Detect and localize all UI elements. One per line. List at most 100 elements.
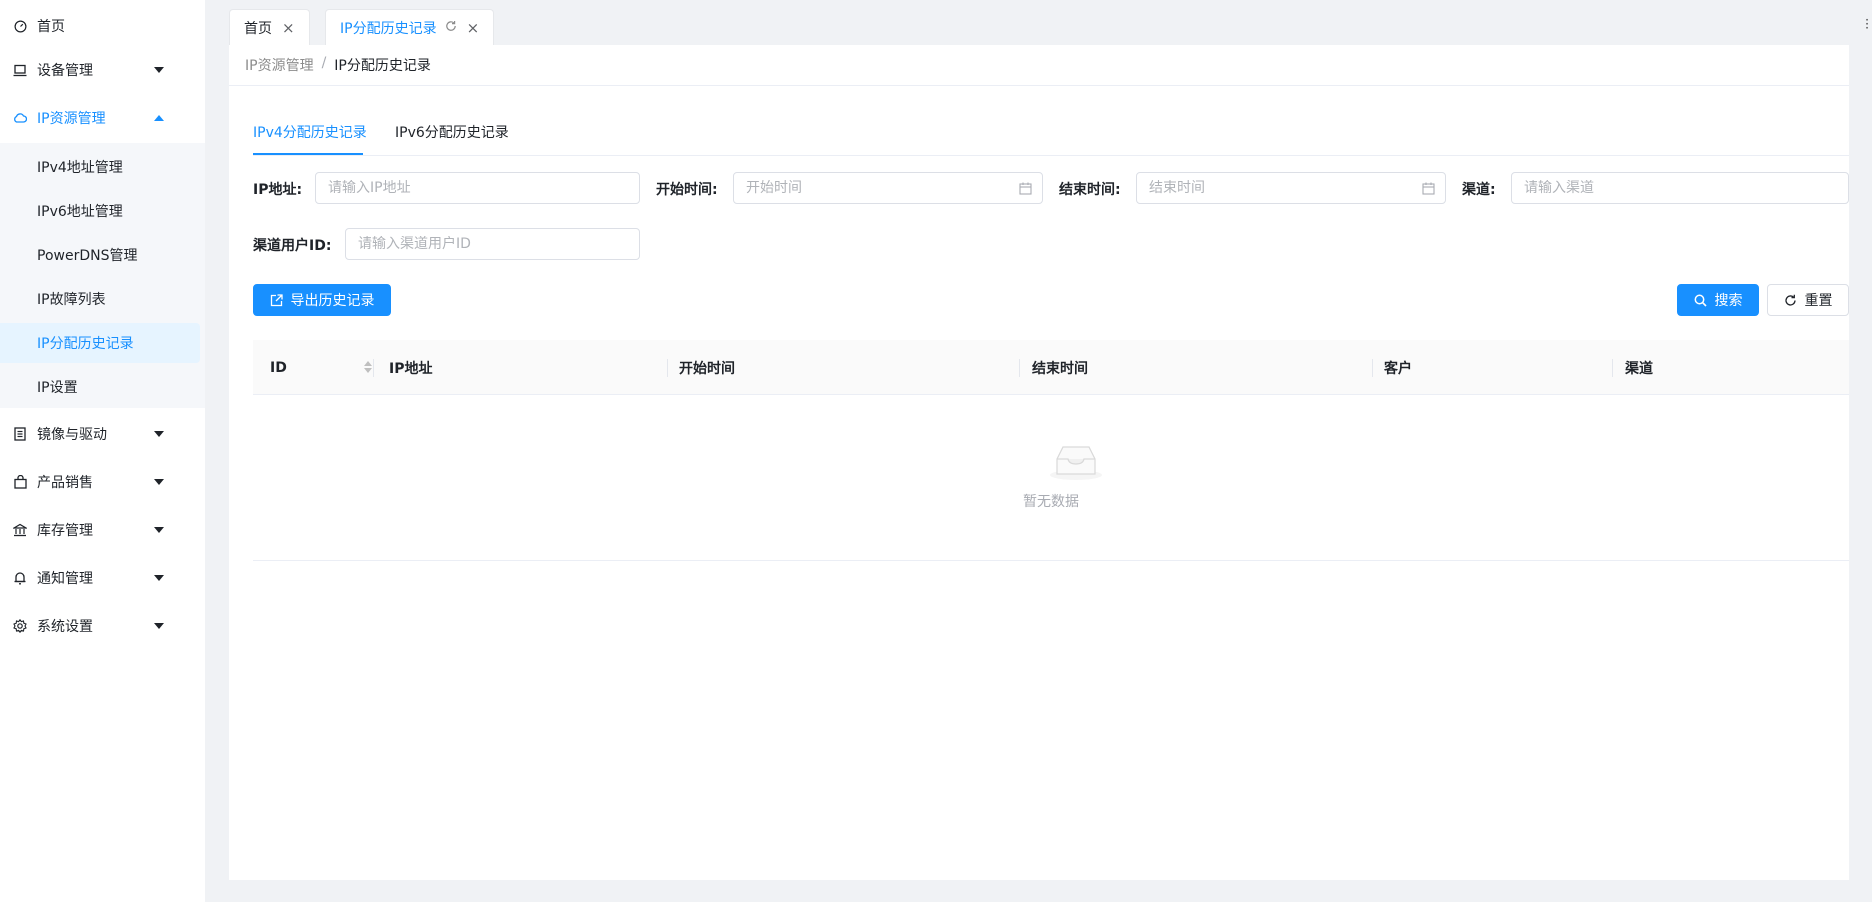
sidebar-subitem-ip-settings[interactable]: IP设置: [0, 367, 205, 407]
breadcrumb-parent[interactable]: IP资源管理: [245, 55, 314, 75]
laptop-icon: [13, 63, 27, 77]
tab-ipv6-history[interactable]: IPv6分配历史记录: [395, 122, 509, 156]
channel-user-id-field[interactable]: [345, 228, 640, 260]
sidebar-item-label: 产品销售: [37, 475, 93, 491]
sidebar-subitem-ipv4[interactable]: IPv4地址管理: [0, 147, 205, 187]
end-time-input[interactable]: [1149, 180, 1433, 196]
column-header-ip-address: IP地址: [389, 340, 432, 395]
calendar-icon: [1422, 182, 1435, 195]
channel-field[interactable]: [1511, 172, 1849, 204]
refresh-icon[interactable]: [445, 20, 457, 36]
sidebar-item-home[interactable]: 首页: [0, 6, 205, 46]
sidebar-subitem-ip-faults[interactable]: IP故障列表: [0, 279, 205, 319]
sidebar-item-inventory[interactable]: 库存管理: [0, 510, 205, 550]
sidebar-item-label: 首页: [37, 19, 65, 35]
book-icon: [13, 427, 27, 441]
column-header-id[interactable]: ID: [270, 340, 372, 395]
column-divider: [1019, 359, 1020, 377]
refresh-icon: [1784, 294, 1796, 306]
tab-label: IPv6分配历史记录: [395, 125, 509, 141]
export-history-label: 导出历史记录: [290, 293, 375, 309]
close-icon[interactable]: ×: [467, 19, 480, 37]
table-header: ID IP地址 开始时间 结束时间 客户 渠道: [253, 340, 1849, 395]
column-divider: [667, 359, 668, 377]
caret-down-icon: [154, 575, 164, 581]
tab-label: IPv4分配历史记录: [253, 125, 367, 141]
breadcrumb-separator: /: [321, 55, 327, 71]
tab-ipv4-history[interactable]: IPv4分配历史记录: [253, 122, 367, 156]
search-label: 搜索: [1714, 293, 1743, 309]
sidebar-item-images[interactable]: 镜像与驱动: [0, 414, 205, 454]
column-divider: [373, 359, 374, 377]
reset-label: 重置: [1804, 293, 1833, 309]
end-time-label: 结束时间:: [1059, 182, 1121, 198]
start-time-input[interactable]: [746, 180, 1030, 196]
gear-icon: [13, 619, 27, 633]
active-tab-indicator: [253, 153, 363, 155]
sidebar-item-label: 设备管理: [37, 63, 93, 79]
channel-user-id-label: 渠道用户ID:: [253, 238, 332, 254]
table-empty-state: 暂无数据: [253, 396, 1849, 561]
caret-down-icon: [154, 67, 164, 73]
tab-label: 首页: [244, 20, 272, 37]
breadcrumb: IP资源管理 / IP分配历史记录: [245, 55, 431, 75]
sidebar-item-system-settings[interactable]: 系统设置: [0, 606, 205, 646]
tab-label: IP分配历史记录: [340, 20, 437, 37]
column-header-label: 结束时间: [1032, 360, 1088, 377]
cloud-icon: [13, 111, 27, 125]
main-panel: IP资源管理 / IP分配历史记录 IPv4分配历史记录 IPv6分配历史记录 …: [229, 45, 1849, 880]
sidebar-item-devices[interactable]: 设备管理: [0, 50, 205, 90]
column-header-start-time: 开始时间: [679, 340, 735, 395]
column-header-label: 渠道: [1625, 360, 1653, 377]
sort-icon[interactable]: [364, 361, 372, 373]
ip-address-field[interactable]: [315, 172, 640, 204]
dashboard-icon: [13, 19, 27, 33]
export-icon: [270, 293, 283, 306]
end-time-field[interactable]: [1136, 172, 1446, 204]
sidebar-item-ip-resources[interactable]: IP资源管理: [0, 98, 205, 138]
subtabs: IPv4分配历史记录 IPv6分配历史记录: [253, 122, 1849, 156]
channel-user-id-input[interactable]: [358, 236, 627, 252]
reset-button[interactable]: 重置: [1767, 284, 1849, 316]
sidebar-item-label: 通知管理: [37, 571, 93, 587]
caret-up-icon: [154, 115, 164, 121]
ip-address-input[interactable]: [328, 180, 627, 196]
close-icon[interactable]: ×: [282, 19, 295, 37]
shopping-bag-icon: [13, 475, 27, 489]
export-history-button[interactable]: 导出历史记录: [253, 284, 391, 316]
more-options-icon[interactable]: · · ·: [1862, 14, 1872, 34]
sidebar-subitem-label: IP分配历史记录: [37, 336, 134, 352]
column-header-end-time: 结束时间: [1032, 340, 1088, 395]
tab-ip-history[interactable]: IP分配历史记录 ×: [325, 9, 495, 45]
calendar-icon: [1019, 182, 1032, 195]
column-header-label: ID: [270, 359, 287, 376]
sidebar-subitem-label: IP设置: [37, 380, 78, 396]
sidebar-subitem-ipv6[interactable]: IPv6地址管理: [0, 191, 205, 231]
sidebar-subitem-label: IP故障列表: [37, 292, 106, 308]
sidebar-subitem-label: IPv4地址管理: [37, 160, 123, 176]
column-header-label: IP地址: [389, 360, 433, 377]
caret-down-icon: [154, 527, 164, 533]
channel-input[interactable]: [1524, 180, 1836, 196]
tab-home[interactable]: 首页 ×: [229, 9, 310, 45]
sidebar-item-sales[interactable]: 产品销售: [0, 462, 205, 502]
column-divider: [1372, 359, 1373, 377]
search-button[interactable]: 搜索: [1677, 284, 1759, 316]
sidebar-subitem-label: IPv6地址管理: [37, 204, 123, 220]
column-divider: [1612, 359, 1613, 377]
sidebar-subitem-powerdns[interactable]: PowerDNS管理: [0, 235, 205, 275]
sidebar-item-notifications[interactable]: 通知管理: [0, 558, 205, 598]
caret-down-icon: [154, 623, 164, 629]
caret-down-icon: [154, 431, 164, 437]
sidebar-item-label: IP资源管理: [37, 111, 106, 127]
ip-address-label: IP地址:: [253, 182, 303, 198]
sidebar-item-label: 库存管理: [37, 523, 93, 539]
sidebar: 首页 设备管理 IP资源管理 IPv4地址管理 IPv6地址管理 PowerDN…: [0, 0, 205, 902]
breadcrumb-current: IP分配历史记录: [334, 58, 431, 74]
column-header-channel: 渠道: [1625, 340, 1653, 395]
divider: [229, 85, 1849, 86]
sidebar-subitem-label: PowerDNS管理: [37, 248, 138, 264]
empty-text: 暂无数据: [1023, 494, 1079, 510]
sidebar-subitem-ip-history[interactable]: IP分配历史记录: [0, 323, 200, 363]
start-time-field[interactable]: [733, 172, 1043, 204]
